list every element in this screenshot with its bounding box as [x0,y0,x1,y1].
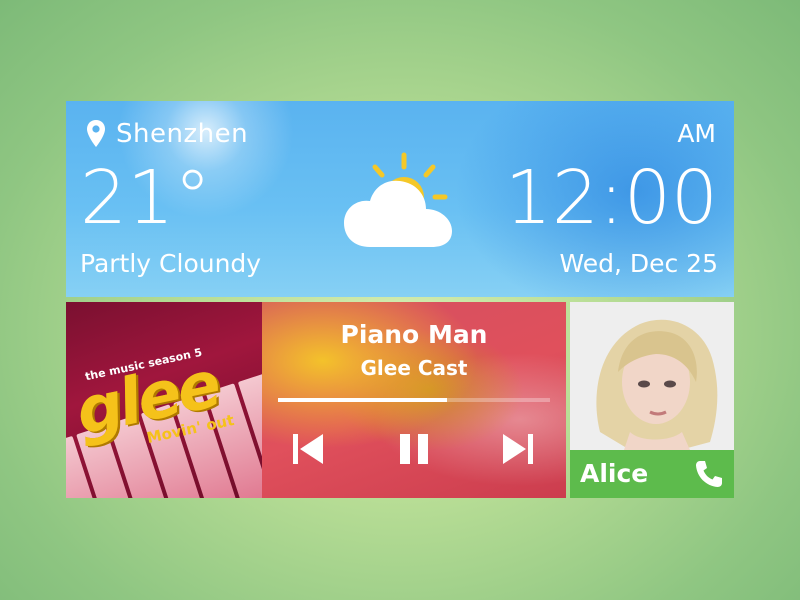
song-artist: Glee Cast [360,356,468,380]
next-icon[interactable] [502,432,534,466]
temperature: 21° [80,155,212,241]
partly-cloudy-icon [344,152,452,247]
location[interactable]: Shenzhen [86,119,248,149]
clock-date: Wed, Dec 25 [559,249,718,278]
progress-fill [278,398,447,402]
contact-card[interactable]: Alice [570,302,734,498]
progress-bar[interactable] [278,398,550,402]
song-title: Piano Man [340,320,488,349]
weather-condition: Partly Cloundy [80,249,262,278]
album-art[interactable]: the music season 5 glee Movin' out [66,302,262,498]
weather-panel[interactable]: Shenzhen 21° Partly Cloundy AM 12:00 Wed… [66,101,734,297]
music-player: Piano Man Glee Cast [262,302,566,498]
previous-icon[interactable] [292,432,324,466]
home-widget: Shenzhen 21° Partly Cloundy AM 12:00 Wed… [66,101,734,498]
contact-name: Alice [580,459,649,488]
phone-icon[interactable] [694,459,724,489]
location-pin-icon [87,120,105,147]
am-pm-indicator: AM [677,119,716,148]
avatar [570,302,734,450]
location-name: Shenzhen [116,119,249,149]
pause-icon[interactable] [398,432,430,466]
clock-time: 12:00 [504,155,718,241]
contact-bar[interactable]: Alice [570,450,734,498]
